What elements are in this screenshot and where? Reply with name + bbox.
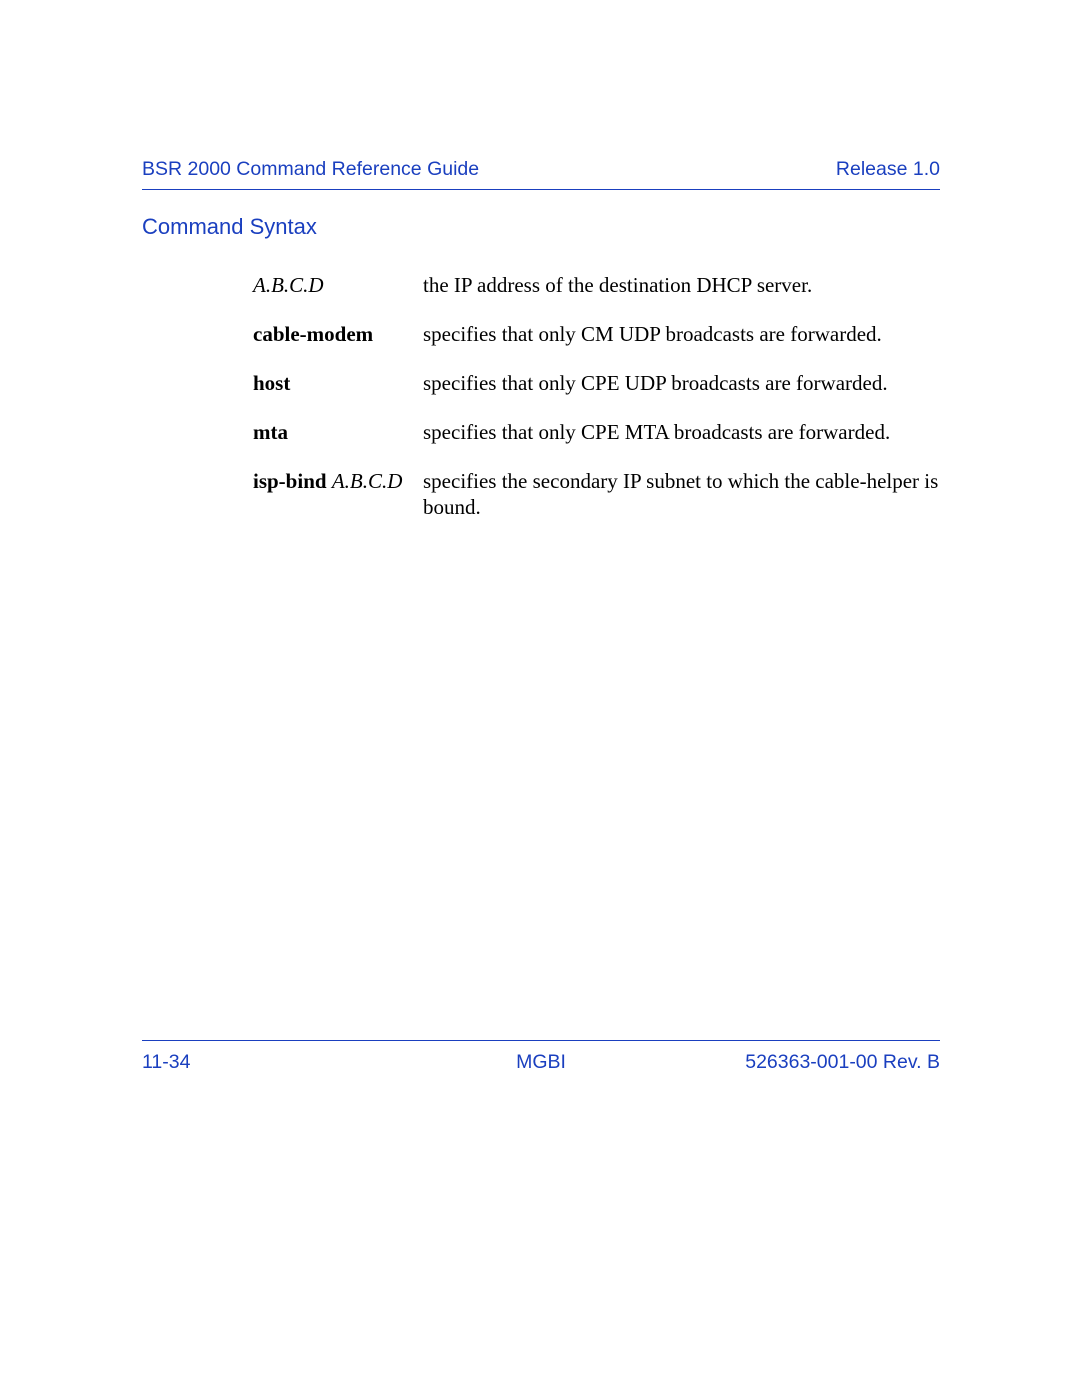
param-term: A.B.C.D	[253, 272, 423, 299]
release-label: Release 1.0	[836, 158, 940, 181]
param-desc: specifies that only CPE MTA broadcasts a…	[423, 419, 940, 446]
page: BSR 2000 Command Reference Guide Release…	[0, 0, 1080, 1397]
param-desc: specifies that only CPE UDP broadcasts a…	[423, 370, 940, 397]
param-row: cable-modem specifies that only CM UDP b…	[253, 321, 940, 348]
page-number: 11-34	[142, 1051, 190, 1074]
param-term-prefix: isp-bind	[253, 469, 332, 493]
section-title: Command Syntax	[142, 214, 317, 240]
footer-center: MGBI	[516, 1051, 566, 1074]
param-desc: the IP address of the destination DHCP s…	[423, 272, 940, 299]
param-term: mta	[253, 419, 423, 446]
parameter-table: A.B.C.D the IP address of the destinatio…	[253, 272, 940, 543]
param-desc: specifies that only CM UDP broadcasts ar…	[423, 321, 940, 348]
param-row: mta specifies that only CPE MTA broadcas…	[253, 419, 940, 446]
param-row: isp-bind A.B.C.D specifies the secondary…	[253, 468, 940, 522]
param-row: A.B.C.D the IP address of the destinatio…	[253, 272, 940, 299]
page-header: BSR 2000 Command Reference Guide Release…	[142, 158, 940, 190]
param-term: cable-modem	[253, 321, 423, 348]
param-term-suffix: A.B.C.D	[332, 469, 403, 493]
param-row: host specifies that only CPE UDP broadca…	[253, 370, 940, 397]
doc-revision: 526363-001-00 Rev. B	[745, 1051, 940, 1074]
doc-title: BSR 2000 Command Reference Guide	[142, 158, 479, 181]
param-desc: specifies the secondary IP subnet to whi…	[423, 468, 940, 522]
param-term: host	[253, 370, 423, 397]
param-term: isp-bind A.B.C.D	[253, 468, 423, 522]
page-footer: 11-34 MGBI 526363-001-00 Rev. B	[142, 1040, 940, 1074]
